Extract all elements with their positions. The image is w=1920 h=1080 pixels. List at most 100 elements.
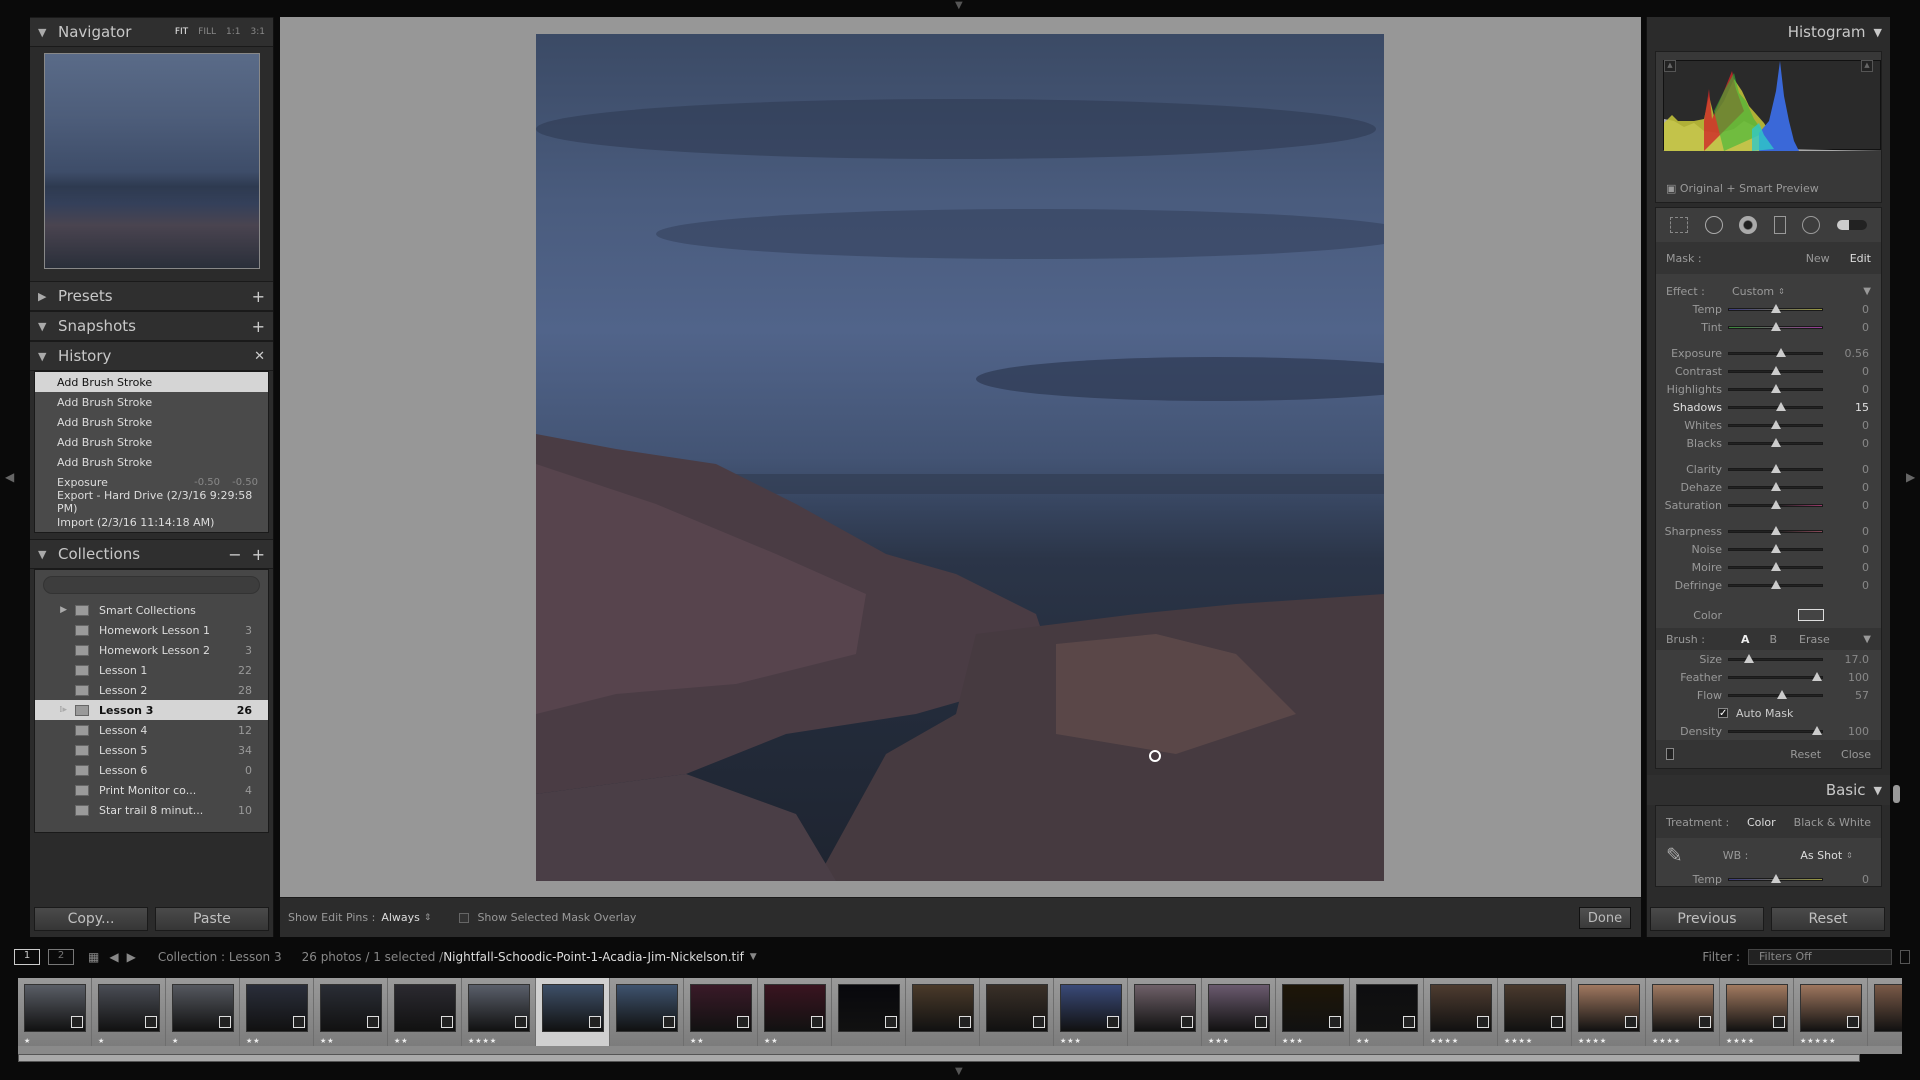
back-arrow-icon[interactable]: ◀ bbox=[109, 950, 118, 964]
slider-temp[interactable]: Temp 0 bbox=[1656, 872, 1881, 886]
star-rating[interactable]: ★★★★ bbox=[1504, 1037, 1533, 1045]
histogram-header[interactable]: Histogram ▼ bbox=[1647, 17, 1890, 47]
filter-lock-icon[interactable] bbox=[1900, 950, 1910, 964]
wb-select[interactable]: As Shot bbox=[1800, 849, 1842, 862]
filmstrip-thumbnail[interactable] bbox=[1128, 978, 1202, 1046]
history-item[interactable]: Add Brush Stroke bbox=[35, 432, 268, 452]
right-panel-scrollbar[interactable] bbox=[1893, 785, 1900, 803]
add-snapshot-icon[interactable]: + bbox=[252, 317, 265, 336]
zoom-fill[interactable]: FILL bbox=[198, 27, 216, 37]
slider-whites[interactable]: Whites 0 bbox=[1656, 416, 1881, 434]
reset-button[interactable]: Reset bbox=[1771, 907, 1885, 931]
filmstrip-thumbnail[interactable]: ★★ bbox=[1350, 978, 1424, 1046]
slider-thumb[interactable] bbox=[1770, 579, 1781, 589]
filmstrip-thumbnail[interactable] bbox=[906, 978, 980, 1046]
filmstrip-thumbnail[interactable]: ★★★★ bbox=[1720, 978, 1794, 1046]
filmstrip-thumbnail[interactable]: ★★★ bbox=[1054, 978, 1128, 1046]
filmstrip-thumbnail[interactable] bbox=[1868, 978, 1902, 1046]
filmstrip-thumbnail[interactable]: ★★★ bbox=[1202, 978, 1276, 1046]
slider-moire[interactable]: Moire 0 bbox=[1656, 558, 1881, 576]
slider-thumb[interactable] bbox=[1776, 401, 1787, 411]
collection-item[interactable]: Lesson 5 34 bbox=[35, 740, 268, 760]
slider-thumb[interactable] bbox=[1770, 383, 1781, 393]
collection-item[interactable]: Homework Lesson 1 3 bbox=[35, 620, 268, 640]
filter-select[interactable]: Filters Off bbox=[1748, 949, 1892, 965]
collection-item[interactable]: Lesson 2 28 bbox=[35, 680, 268, 700]
slider-clarity[interactable]: Clarity 0 bbox=[1656, 460, 1881, 478]
star-rating[interactable]: ★★ bbox=[246, 1037, 261, 1045]
collection-item[interactable]: Star trail 8 minut... 10 bbox=[35, 800, 268, 820]
radial-filter-tool-icon[interactable] bbox=[1802, 216, 1821, 234]
collection-item[interactable]: Lesson 1 22 bbox=[35, 660, 268, 680]
slider-thumb[interactable] bbox=[1770, 561, 1781, 571]
slider-thumb[interactable] bbox=[1776, 347, 1787, 357]
slider-thumb[interactable] bbox=[1770, 303, 1781, 313]
slider-track[interactable] bbox=[1728, 653, 1823, 663]
bottom-panel-toggle-icon[interactable]: ▼ bbox=[955, 1066, 963, 1077]
zoom-1-1[interactable]: 1:1 bbox=[226, 27, 240, 37]
slider-density[interactable]: Density 100 bbox=[1656, 722, 1881, 740]
slider-contrast[interactable]: Contrast 0 bbox=[1656, 362, 1881, 380]
filmstrip-thumbnail[interactable] bbox=[980, 978, 1054, 1046]
slider-thumb[interactable] bbox=[1770, 437, 1781, 447]
collection-item[interactable]: Print Monitor co... 4 bbox=[35, 780, 268, 800]
snapshots-header[interactable]: ▼ Snapshots + bbox=[30, 311, 273, 341]
right-panel-toggle-icon[interactable]: ▶ bbox=[1906, 470, 1915, 484]
spot-removal-tool-icon[interactable] bbox=[1704, 216, 1723, 234]
brush-b-tab[interactable]: B bbox=[1769, 633, 1777, 646]
add-preset-icon[interactable]: + bbox=[252, 287, 265, 306]
star-rating[interactable]: ★ bbox=[98, 1037, 105, 1045]
filmstrip-thumbnail[interactable]: ★★★★ bbox=[1498, 978, 1572, 1046]
slider-thumb[interactable] bbox=[1744, 653, 1755, 663]
slider-track[interactable] bbox=[1728, 365, 1823, 375]
slider-size[interactable]: Size 17.0 bbox=[1656, 650, 1881, 668]
slider-track[interactable] bbox=[1728, 499, 1823, 509]
slider-track[interactable] bbox=[1728, 561, 1823, 571]
filmstrip-thumbnail[interactable]: ★ bbox=[166, 978, 240, 1046]
collapse-triangle-icon[interactable]: ▼ bbox=[1863, 286, 1871, 297]
history-item[interactable]: Add Brush Stroke bbox=[35, 392, 268, 412]
slider-exposure[interactable]: Exposure 0.56 bbox=[1656, 344, 1881, 362]
red-eye-tool-icon[interactable] bbox=[1739, 216, 1758, 234]
grid-view-icon[interactable]: ▦ bbox=[88, 950, 99, 964]
graduated-filter-tool-icon[interactable] bbox=[1773, 216, 1786, 234]
navigator-preview[interactable] bbox=[44, 53, 260, 269]
mask-edit-button[interactable]: Edit bbox=[1850, 252, 1871, 265]
star-rating[interactable]: ★★★★★ bbox=[1800, 1037, 1836, 1045]
star-rating[interactable]: ★ bbox=[172, 1037, 179, 1045]
collection-source-label[interactable]: Collection : Lesson 3 bbox=[158, 950, 282, 964]
slider-track[interactable] bbox=[1728, 437, 1823, 447]
slider-thumb[interactable] bbox=[1770, 525, 1781, 535]
filmstrip-thumbnail[interactable]: ★★ bbox=[388, 978, 462, 1046]
slider-track[interactable] bbox=[1728, 303, 1823, 313]
mask-reset-button[interactable]: Reset bbox=[1790, 748, 1821, 761]
filmstrip-scrollbar[interactable] bbox=[18, 1054, 1860, 1062]
star-rating[interactable]: ★★ bbox=[394, 1037, 409, 1045]
history-item[interactable]: Add Brush Stroke bbox=[35, 412, 268, 432]
zoom-fit[interactable]: FIT bbox=[175, 27, 188, 37]
collection-item[interactable]: Lesson 4 12 bbox=[35, 720, 268, 740]
slider-thumb[interactable] bbox=[1770, 365, 1781, 375]
filmstrip-thumbnail[interactable]: ★★★★ bbox=[1572, 978, 1646, 1046]
slider-shadows[interactable]: Shadows 15 bbox=[1656, 398, 1881, 416]
slider-dehaze[interactable]: Dehaze 0 bbox=[1656, 478, 1881, 496]
crop-tool-icon[interactable] bbox=[1670, 217, 1689, 233]
star-rating[interactable]: ★★ bbox=[764, 1037, 779, 1045]
slider-track[interactable] bbox=[1728, 419, 1823, 429]
forward-arrow-icon[interactable]: ▶ bbox=[127, 950, 136, 964]
slider-thumb[interactable] bbox=[1770, 481, 1781, 491]
slider-thumb[interactable] bbox=[1770, 419, 1781, 429]
effect-preset-select[interactable]: Custom bbox=[1732, 285, 1774, 298]
mask-overlay-checkbox[interactable] bbox=[459, 912, 470, 923]
left-panel-toggle-icon[interactable]: ◀ bbox=[5, 470, 14, 484]
slider-thumb[interactable] bbox=[1777, 689, 1787, 699]
treatment-bw-option[interactable]: Black & White bbox=[1794, 816, 1871, 829]
shadow-clipping-icon[interactable]: ▲ bbox=[1664, 60, 1676, 72]
filmstrip-thumbnail[interactable] bbox=[832, 978, 906, 1046]
filmstrip-thumbnail[interactable]: ★★★★ bbox=[1424, 978, 1498, 1046]
slider-track[interactable] bbox=[1728, 671, 1823, 681]
brush-erase-tab[interactable]: Erase bbox=[1799, 633, 1830, 646]
done-button[interactable]: Done bbox=[1579, 907, 1631, 929]
clear-history-icon[interactable]: ✕ bbox=[254, 349, 265, 364]
star-rating[interactable]: ★★★★ bbox=[1726, 1037, 1755, 1045]
